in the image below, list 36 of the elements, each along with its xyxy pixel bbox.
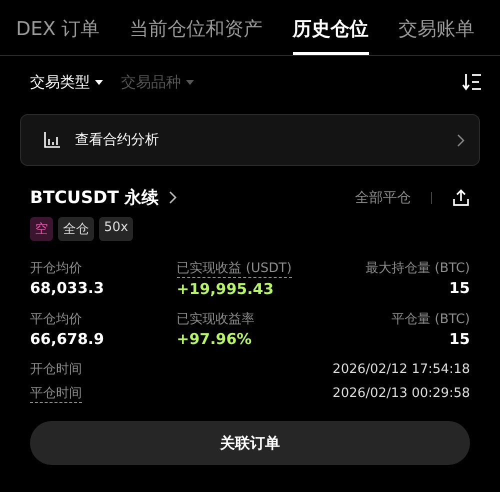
tag: 全仓 (58, 217, 94, 241)
chevron-right-icon[interactable] (168, 191, 177, 204)
stat-label: 开仓均价 (30, 260, 82, 277)
stat-value: +97.96% (176, 330, 253, 348)
stat-label: 最大持仓量 (BTC) (366, 260, 470, 277)
filter-dropdown[interactable]: 交易类型 (30, 72, 103, 92)
symbol-title[interactable]: BTCUSDT 永续 (30, 186, 159, 209)
stat-value: 15 (449, 279, 470, 297)
short-tag: 空 (30, 217, 53, 241)
close-all-button[interactable]: 全部平仓 (355, 188, 411, 206)
share-icon[interactable] (452, 188, 470, 206)
stat-label: 平仓均价 (30, 311, 82, 328)
time-value: 2026/02/13 00:29:58 (332, 386, 470, 401)
tab[interactable]: 交易账单 (398, 14, 475, 55)
stat-value: 15 (449, 330, 470, 348)
tab[interactable]: DEX 订单 (16, 14, 100, 55)
chevron-right-icon (457, 134, 465, 146)
stat-value: 66,678.9 (30, 330, 106, 348)
analysis-card[interactable]: 查看合约分析 (20, 114, 480, 166)
tab[interactable]: 当前仓位和资产 (130, 14, 263, 55)
tab[interactable]: 历史仓位 (292, 14, 369, 55)
linked-orders-button[interactable]: 关联订单 (30, 421, 470, 465)
bar-chart-icon (43, 131, 61, 149)
stat-value: +19,995.43 (176, 280, 275, 298)
stat-value: 68,033.3 (30, 279, 106, 297)
sort-icon[interactable] (462, 73, 482, 91)
time-label[interactable]: 平仓时间 (30, 384, 82, 403)
caret-down-icon (95, 80, 103, 84)
time-value: 2026/02/12 17:54:18 (332, 362, 470, 376)
tag: 50x (99, 217, 134, 241)
stat-label: 已实现收益率 (176, 311, 255, 328)
analysis-label: 查看合约分析 (75, 131, 159, 149)
stat-label[interactable]: 已实现收益 (USDT) (176, 259, 292, 278)
caret-down-icon (186, 80, 194, 84)
stat-label: 平仓量 (BTC) (392, 311, 470, 328)
time-label: 开仓时间 (30, 361, 82, 378)
